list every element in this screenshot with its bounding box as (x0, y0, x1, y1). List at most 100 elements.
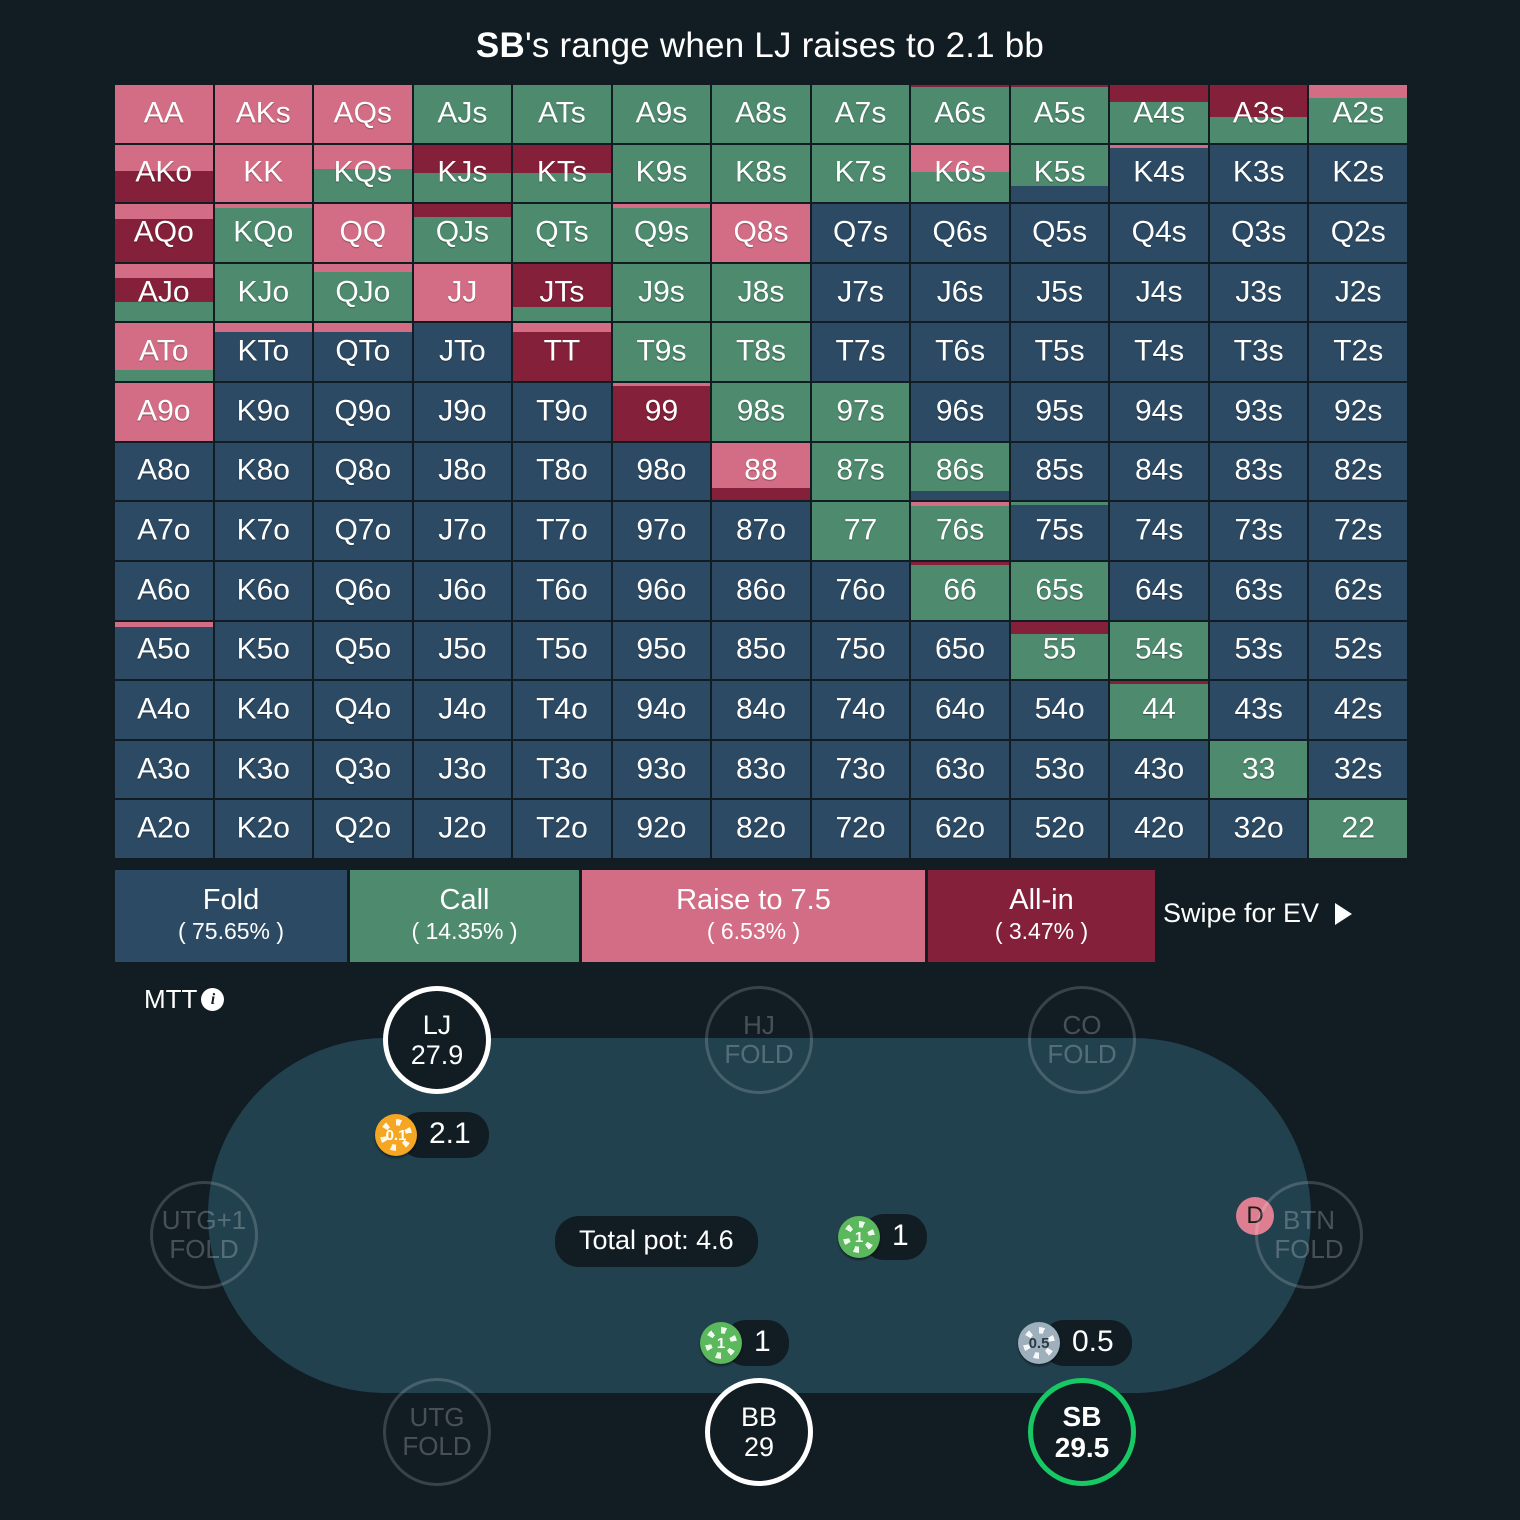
range-cell[interactable]: 54s (1110, 621, 1208, 680)
range-cell[interactable]: J9o (413, 383, 512, 441)
range-cell[interactable]: 96o (612, 561, 711, 620)
range-cell[interactable]: KQs (314, 144, 412, 203)
range-cell[interactable]: AQo (115, 204, 213, 262)
range-cell[interactable]: A7s (811, 85, 910, 143)
range-cell[interactable]: 32o (1209, 800, 1308, 858)
range-cell[interactable]: A6o (115, 561, 213, 620)
legend-item-raise-to-7-5[interactable]: Raise to 7.5( 6.53% ) (582, 870, 925, 962)
range-cell[interactable]: 77 (811, 502, 910, 560)
range-cell[interactable]: Q5o (314, 621, 412, 680)
range-cell[interactable]: T4s (1110, 323, 1208, 382)
range-cell[interactable]: 64o (911, 681, 1009, 739)
range-cell[interactable]: J2s (1309, 263, 1407, 322)
range-cell[interactable]: K6s (911, 144, 1009, 203)
range-cell[interactable]: KTs (513, 144, 611, 203)
range-cell[interactable]: A4s (1110, 85, 1208, 143)
range-cell[interactable]: 97s (811, 383, 910, 441)
range-cell[interactable]: A8s (712, 85, 810, 143)
range-cell[interactable]: T2s (1309, 323, 1407, 382)
range-cell[interactable]: J4s (1110, 263, 1208, 322)
range-cell[interactable]: K8s (712, 144, 810, 203)
range-cell[interactable]: 44 (1110, 681, 1208, 739)
range-cell[interactable]: T5s (1010, 323, 1109, 382)
seat-bb[interactable]: BB 29 (705, 1378, 813, 1486)
range-cell[interactable]: A3o (115, 740, 213, 799)
range-cell[interactable]: K2s (1309, 144, 1407, 203)
range-cell[interactable]: K7s (811, 144, 910, 203)
range-cell[interactable]: K4o (214, 681, 313, 739)
range-cell[interactable]: J6o (413, 561, 512, 620)
range-cell[interactable]: J8o (413, 442, 512, 501)
range-cell[interactable]: K7o (214, 502, 313, 560)
range-cell[interactable]: 32s (1309, 740, 1407, 799)
range-cell[interactable]: J6s (911, 263, 1009, 322)
range-cell[interactable]: Q7o (314, 502, 412, 560)
range-cell[interactable]: 83s (1209, 442, 1308, 501)
range-cell[interactable]: 97o (612, 502, 711, 560)
range-cell[interactable]: A2o (115, 800, 213, 858)
range-cell[interactable]: 55 (1010, 621, 1109, 680)
range-cell[interactable]: 76s (911, 502, 1009, 560)
range-cell[interactable]: T8o (513, 442, 611, 501)
range-cell[interactable]: 62s (1309, 561, 1407, 620)
range-cell[interactable]: A8o (115, 442, 213, 501)
range-cell[interactable]: 42o (1110, 800, 1208, 858)
range-cell[interactable]: Q7s (811, 204, 910, 262)
range-cell[interactable]: 96s (911, 383, 1009, 441)
range-grid[interactable]: AA AKs AQs AJs ATs A9s A8s A7s A6s A5s A4s A3s A2s AK… (115, 85, 1407, 858)
range-cell[interactable]: K6o (214, 561, 313, 620)
range-cell[interactable]: T9o (513, 383, 611, 441)
range-cell[interactable]: KTo (214, 323, 313, 382)
swipe-for-ev-button[interactable]: Swipe for EV (1163, 898, 1353, 929)
range-cell[interactable]: 82o (712, 800, 810, 858)
range-cell[interactable]: J5o (413, 621, 512, 680)
range-cell[interactable]: K8o (214, 442, 313, 501)
range-cell[interactable]: 42s (1309, 681, 1407, 739)
range-cell[interactable]: 52o (1010, 800, 1109, 858)
range-cell[interactable]: 94s (1110, 383, 1208, 441)
range-cell[interactable]: 54o (1010, 681, 1109, 739)
range-cell[interactable]: AKo (115, 144, 213, 203)
range-cell[interactable]: ATs (513, 85, 611, 143)
range-cell[interactable]: J5s (1010, 263, 1109, 322)
range-cell[interactable]: Q3o (314, 740, 412, 799)
range-cell[interactable]: 95o (612, 621, 711, 680)
range-cell[interactable]: K5s (1010, 144, 1109, 203)
range-cell[interactable]: 84s (1110, 442, 1208, 501)
range-cell[interactable]: QTs (513, 204, 611, 262)
range-cell[interactable]: 85o (712, 621, 810, 680)
range-cell[interactable]: 74o (811, 681, 910, 739)
range-cell[interactable]: KQo (214, 204, 313, 262)
legend-item-all-in[interactable]: All-in( 3.47% ) (928, 870, 1155, 962)
range-cell[interactable]: AA (115, 85, 213, 143)
seat-btn[interactable]: BTN FOLD (1255, 1181, 1363, 1289)
seat-sb[interactable]: SB 29.5 (1028, 1378, 1136, 1486)
range-cell[interactable]: T3s (1209, 323, 1308, 382)
range-cell[interactable]: J3o (413, 740, 512, 799)
range-cell[interactable]: 52s (1309, 621, 1407, 680)
range-cell[interactable]: A5s (1010, 85, 1109, 143)
range-cell[interactable]: QJs (413, 204, 512, 262)
range-cell[interactable]: T2o (513, 800, 611, 858)
range-cell[interactable]: K5o (214, 621, 313, 680)
seat-utgplus1[interactable]: UTG+1 FOLD (150, 1181, 258, 1289)
range-cell[interactable]: 82s (1309, 442, 1407, 501)
range-cell[interactable]: Q8o (314, 442, 412, 501)
range-cell[interactable]: Q6s (911, 204, 1009, 262)
range-cell[interactable]: 93o (612, 740, 711, 799)
range-cell[interactable]: 62o (911, 800, 1009, 858)
range-cell[interactable]: TT (513, 323, 611, 382)
range-cell[interactable]: 65s (1010, 561, 1109, 620)
range-cell[interactable]: 72o (811, 800, 910, 858)
range-cell[interactable]: A9o (115, 383, 213, 441)
range-cell[interactable]: 53o (1010, 740, 1109, 799)
seat-utg[interactable]: UTG FOLD (383, 1378, 491, 1486)
range-cell[interactable]: JTo (413, 323, 512, 382)
range-cell[interactable]: 84o (712, 681, 810, 739)
range-cell[interactable]: ATo (115, 323, 213, 382)
range-cell[interactable]: QJo (314, 263, 412, 322)
range-cell[interactable]: Q5s (1010, 204, 1109, 262)
range-cell[interactable]: 88 (712, 442, 810, 501)
range-cell[interactable]: AQs (314, 85, 412, 143)
range-cell[interactable]: AJs (413, 85, 512, 143)
